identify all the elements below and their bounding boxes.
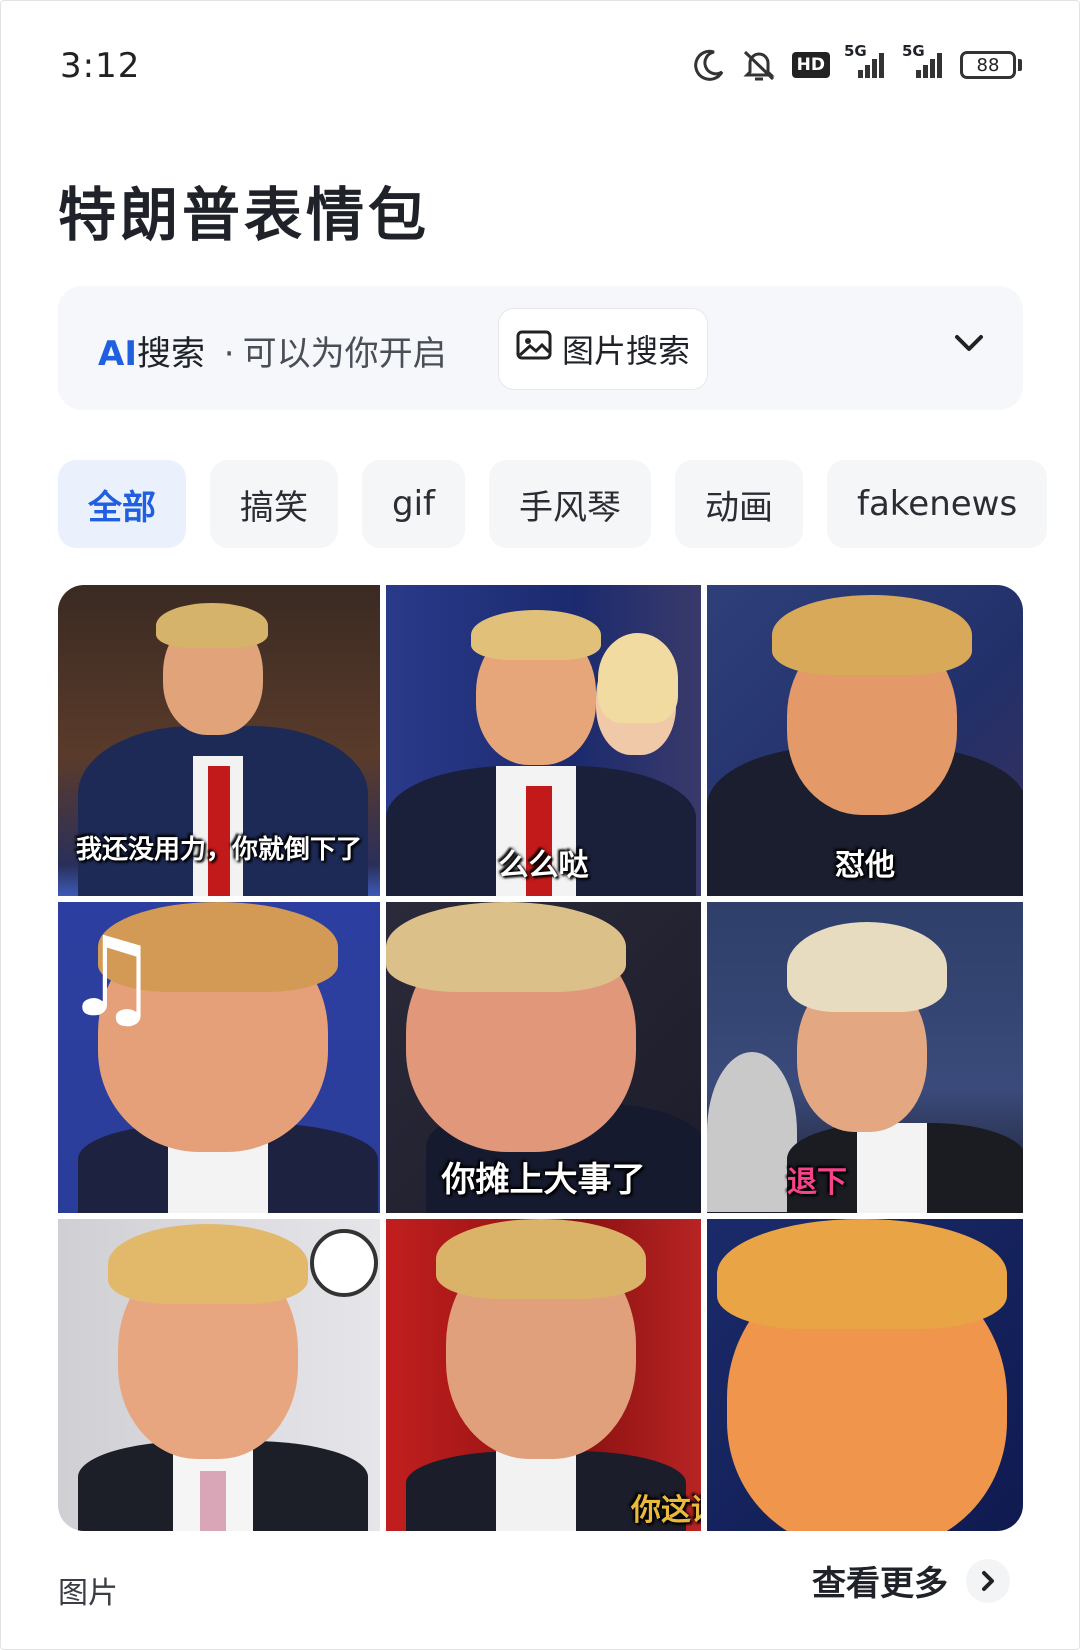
signal-5g-icon-1: 5G — [844, 42, 888, 80]
image-caption: 怼他 — [835, 848, 895, 883]
signal-5g-icon-2: 5G — [902, 42, 946, 80]
section-label: 图片 — [58, 1576, 118, 1611]
image-tile-5[interactable]: 你摊上大事了 — [386, 902, 701, 1213]
status-icons: HD 5G 5G 88 — [692, 42, 1022, 82]
image-tile-8[interactable]: 你这话 — [386, 1219, 701, 1531]
logo-circle — [310, 1229, 378, 1297]
image-caption: 退下 — [787, 1165, 847, 1200]
hd-voice-badge: HD — [791, 52, 830, 78]
chip-gif[interactable]: gif — [362, 460, 465, 548]
see-more-button[interactable]: 查看更多 — [812, 1556, 1010, 1605]
chevron-right-icon — [966, 1558, 1010, 1603]
image-search-label: 图片搜索 — [561, 332, 690, 370]
image-caption: 我还没用力，你就倒下了 — [75, 835, 362, 865]
moon-icon — [692, 48, 726, 82]
image-tile-7[interactable] — [58, 1219, 380, 1531]
battery-level: 88 — [960, 51, 1016, 79]
image-caption: 么么哒 — [498, 848, 589, 883]
separator-dot: · — [223, 334, 235, 374]
ai-label: AI — [98, 334, 137, 374]
see-more-label: 查看更多 — [812, 1564, 948, 1604]
image-grid: 我还没用力，你就倒下了 么么哒 怼他 ♫ 你摊上大事了 退下 你这 — [58, 585, 1023, 1531]
chip-fakenews[interactable]: fakenews — [827, 460, 1048, 548]
image-tile-6[interactable]: 退下 — [707, 902, 1023, 1213]
image-tile-9[interactable] — [707, 1219, 1023, 1531]
ai-search-label: 搜索 — [136, 334, 205, 374]
image-tile-4[interactable]: ♫ — [58, 902, 380, 1213]
ai-search-hint[interactable]: AI搜索 · 可以为你开启 — [98, 326, 447, 375]
image-caption: 你摊上大事了 — [441, 1160, 646, 1200]
music-note-icon: ♫ — [62, 913, 161, 1041]
status-time: 3:12 — [60, 46, 141, 86]
image-tile-3[interactable]: 怼他 — [707, 585, 1023, 896]
chip-animation[interactable]: 动画 — [675, 460, 803, 548]
chip-all[interactable]: 全部 — [58, 460, 186, 548]
chevron-down-icon[interactable] — [953, 332, 985, 358]
chip-accordion[interactable]: 手风琴 — [489, 460, 651, 548]
ai-hint-text: 可以为你开启 — [242, 334, 447, 374]
ai-search-card[interactable]: AI搜索 · 可以为你开启 图片搜索 — [58, 286, 1023, 410]
image-caption: 你这话 — [631, 1493, 701, 1528]
image-tile-1[interactable]: 我还没用力，你就倒下了 — [58, 585, 380, 896]
chip-funny[interactable]: 搞笑 — [210, 460, 338, 548]
filter-chips: 全部 搞笑 gif 手风琴 动画 fakenews — [58, 460, 1048, 548]
image-tile-2[interactable]: 么么哒 — [386, 585, 701, 896]
image-search-button[interactable]: 图片搜索 — [498, 308, 708, 390]
battery-icon: 88 — [960, 51, 1022, 79]
image-icon — [516, 329, 552, 369]
page-title: 特朗普表情包 — [58, 181, 431, 249]
status-bar: 3:12 HD 5G 5G 88 — [0, 0, 1080, 130]
bell-muted-icon — [740, 48, 778, 82]
